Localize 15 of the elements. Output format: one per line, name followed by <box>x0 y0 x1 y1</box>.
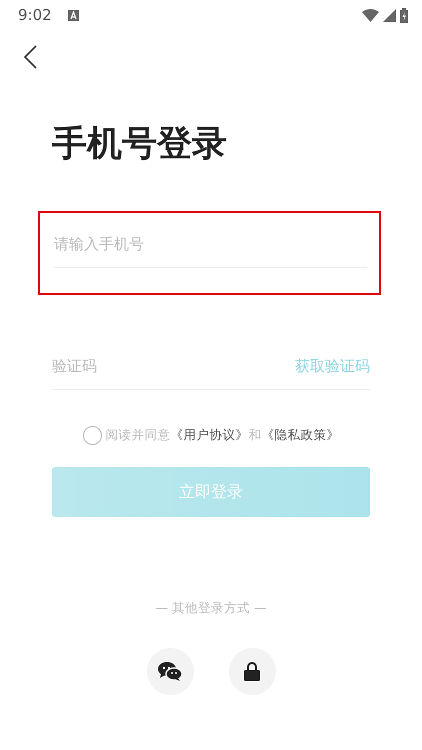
back-button[interactable] <box>22 44 38 70</box>
agreement-text: 阅读并同意《用户协议》和《隐私政策》 <box>106 426 340 444</box>
status-time: 9:02 <box>18 4 52 26</box>
lock-icon <box>244 662 260 681</box>
phone-input[interactable]: 请输入手机号 <box>54 220 367 268</box>
battery-icon <box>400 8 408 22</box>
privacy-policy-link[interactable]: 《隐私政策》 <box>262 427 340 442</box>
page-title: 手机号登录 <box>52 123 228 166</box>
agree-checkbox[interactable] <box>82 426 102 445</box>
wechat-icon <box>158 661 182 682</box>
notification-icon <box>68 10 79 20</box>
wifi-icon <box>362 8 379 22</box>
other-login-label: — 其他登录方式 — <box>154 599 268 617</box>
user-agreement-link[interactable]: 《用户协议》 <box>170 427 248 442</box>
signal-icon <box>383 8 396 22</box>
